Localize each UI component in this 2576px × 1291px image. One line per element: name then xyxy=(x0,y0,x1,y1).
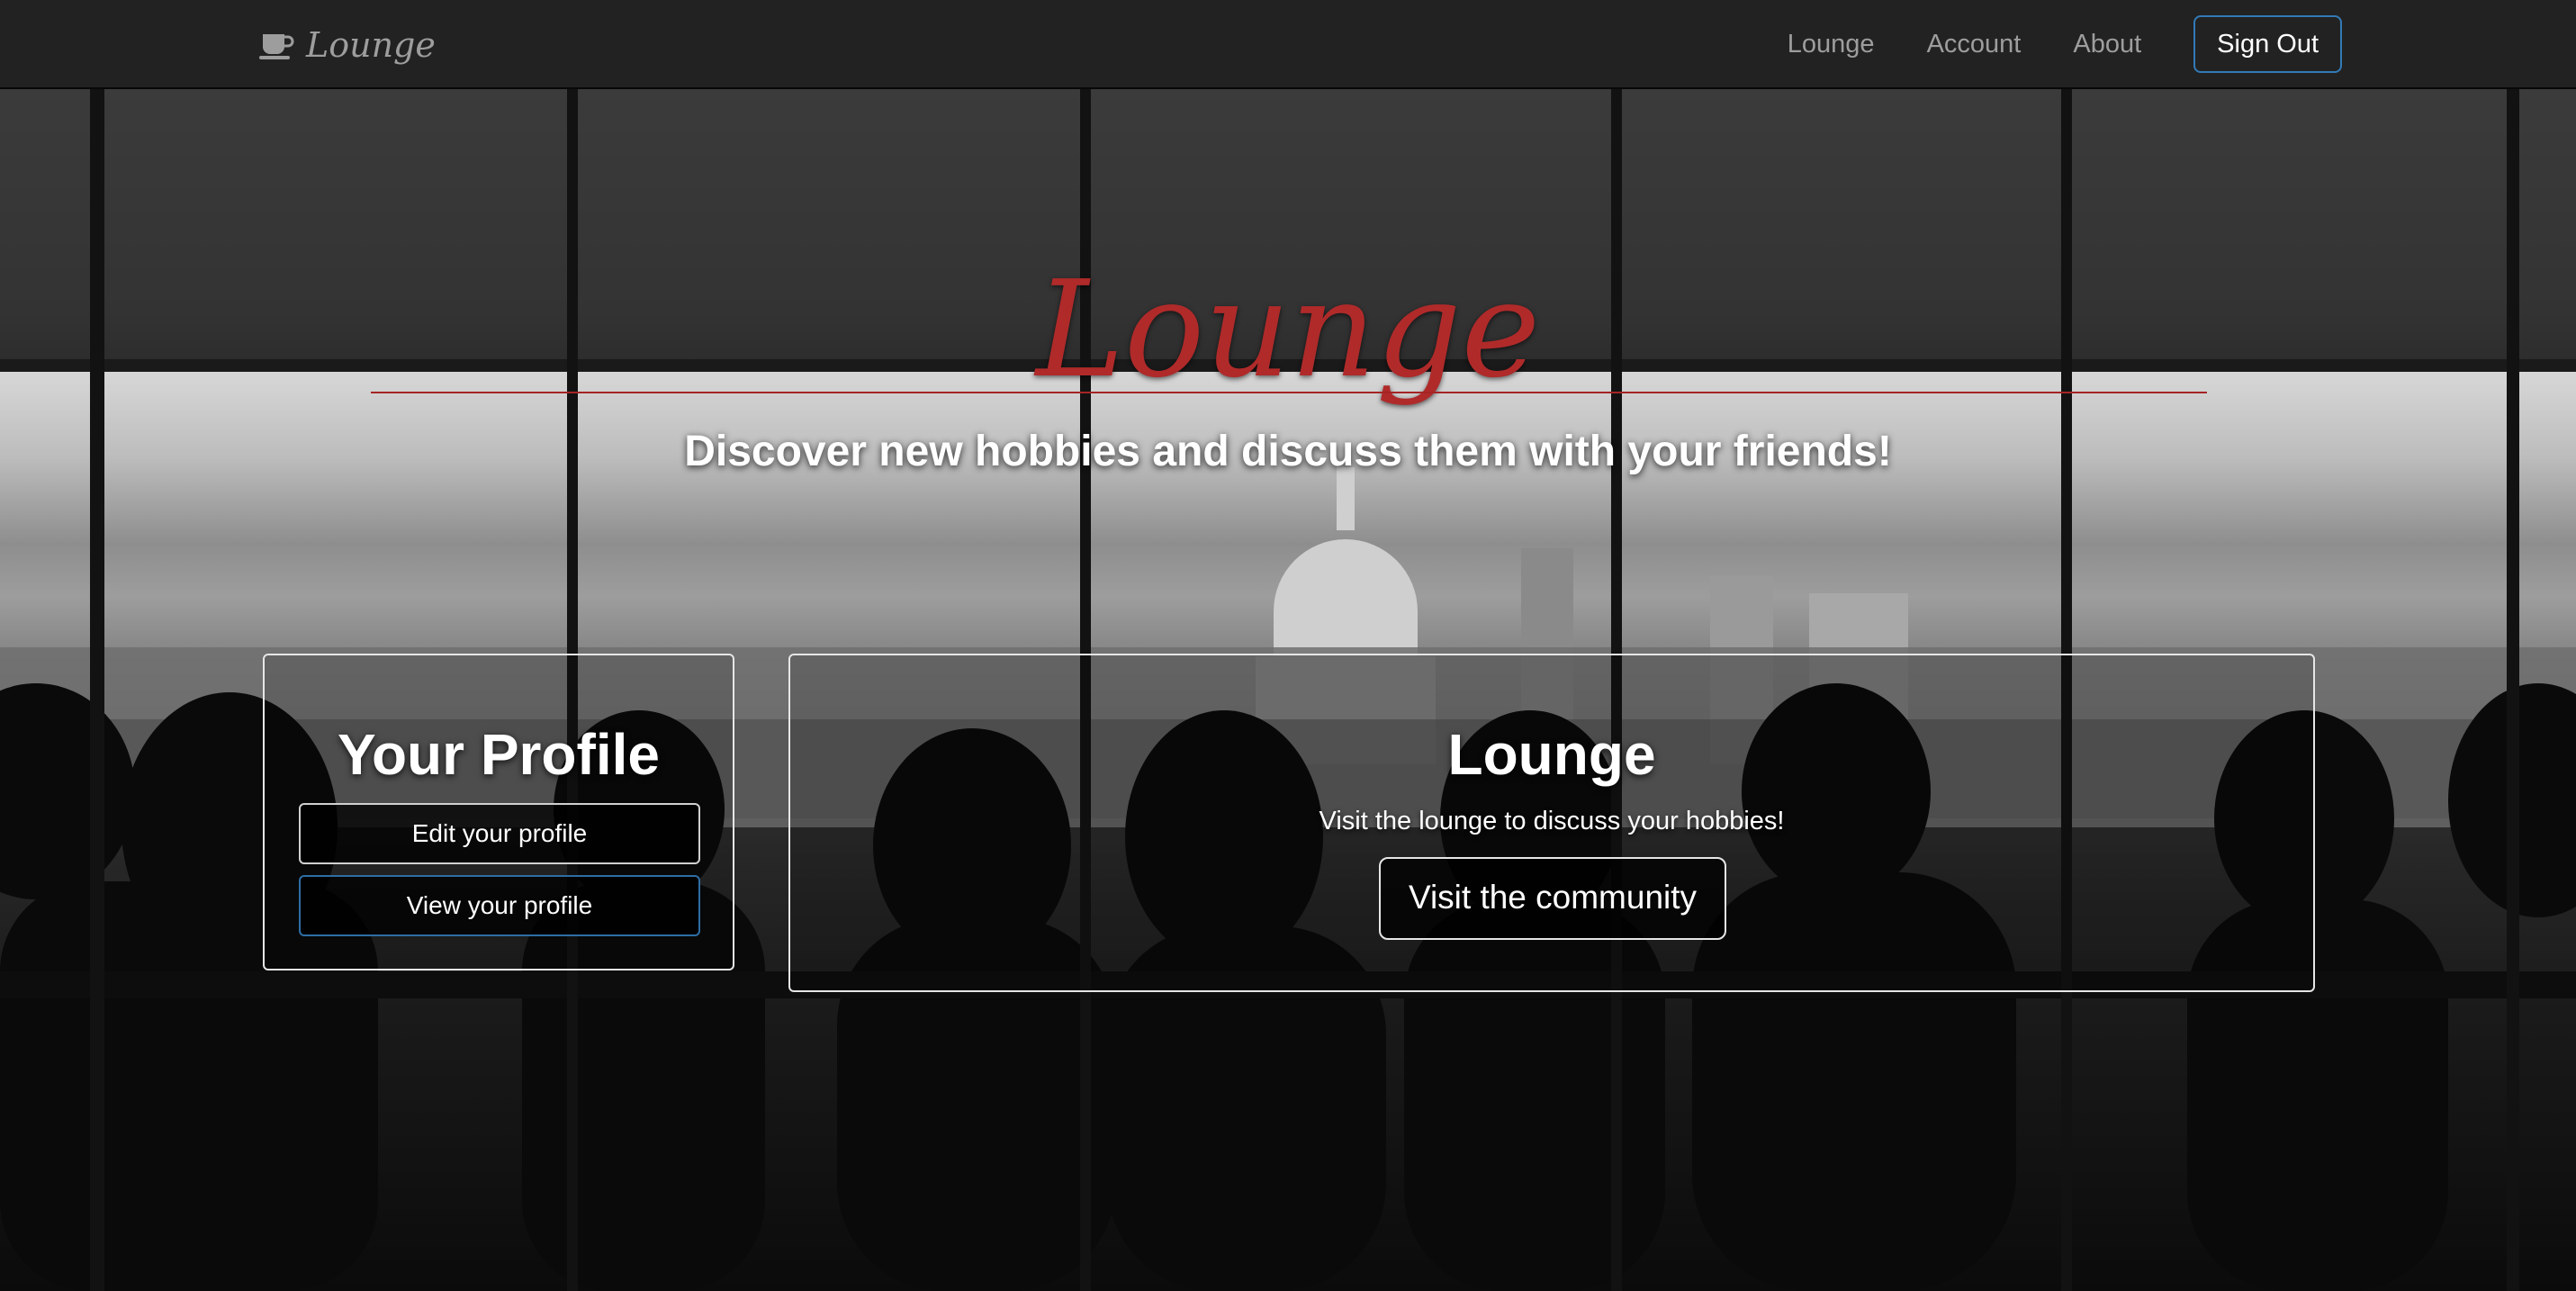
edit-profile-button[interactable]: Edit your profile xyxy=(299,803,700,864)
view-profile-button[interactable]: View your profile xyxy=(299,875,700,936)
coffee-cup-icon xyxy=(259,29,295,61)
nav-link-lounge[interactable]: Lounge xyxy=(1788,14,1875,74)
sign-out-button[interactable]: Sign Out xyxy=(2193,15,2342,73)
brand-link[interactable]: Lounge xyxy=(259,22,436,68)
top-navbar: Lounge Lounge Account About Sign Out xyxy=(0,0,2576,89)
profile-card-title: Your Profile xyxy=(338,722,660,787)
hero-divider xyxy=(371,392,2207,393)
lounge-card: Lounge Visit the lounge to discuss your … xyxy=(788,654,2315,992)
nav-link-account[interactable]: Account xyxy=(1927,14,2022,74)
nav-link-about[interactable]: About xyxy=(2073,14,2141,74)
visit-community-button[interactable]: Visit the community xyxy=(1379,857,1726,940)
nav-menu: Lounge Account About Sign Out xyxy=(1788,14,2342,74)
lounge-card-title: Lounge xyxy=(1447,722,1656,787)
brand-name: Lounge xyxy=(306,25,436,65)
hero-tagline: Discover new hobbies and discuss them wi… xyxy=(684,428,1892,475)
hero-title: Lounge xyxy=(1035,252,1541,407)
lounge-card-description: Visit the lounge to discuss your hobbies… xyxy=(1319,807,1785,835)
profile-card: Your Profile Edit your profile View your… xyxy=(263,654,734,971)
